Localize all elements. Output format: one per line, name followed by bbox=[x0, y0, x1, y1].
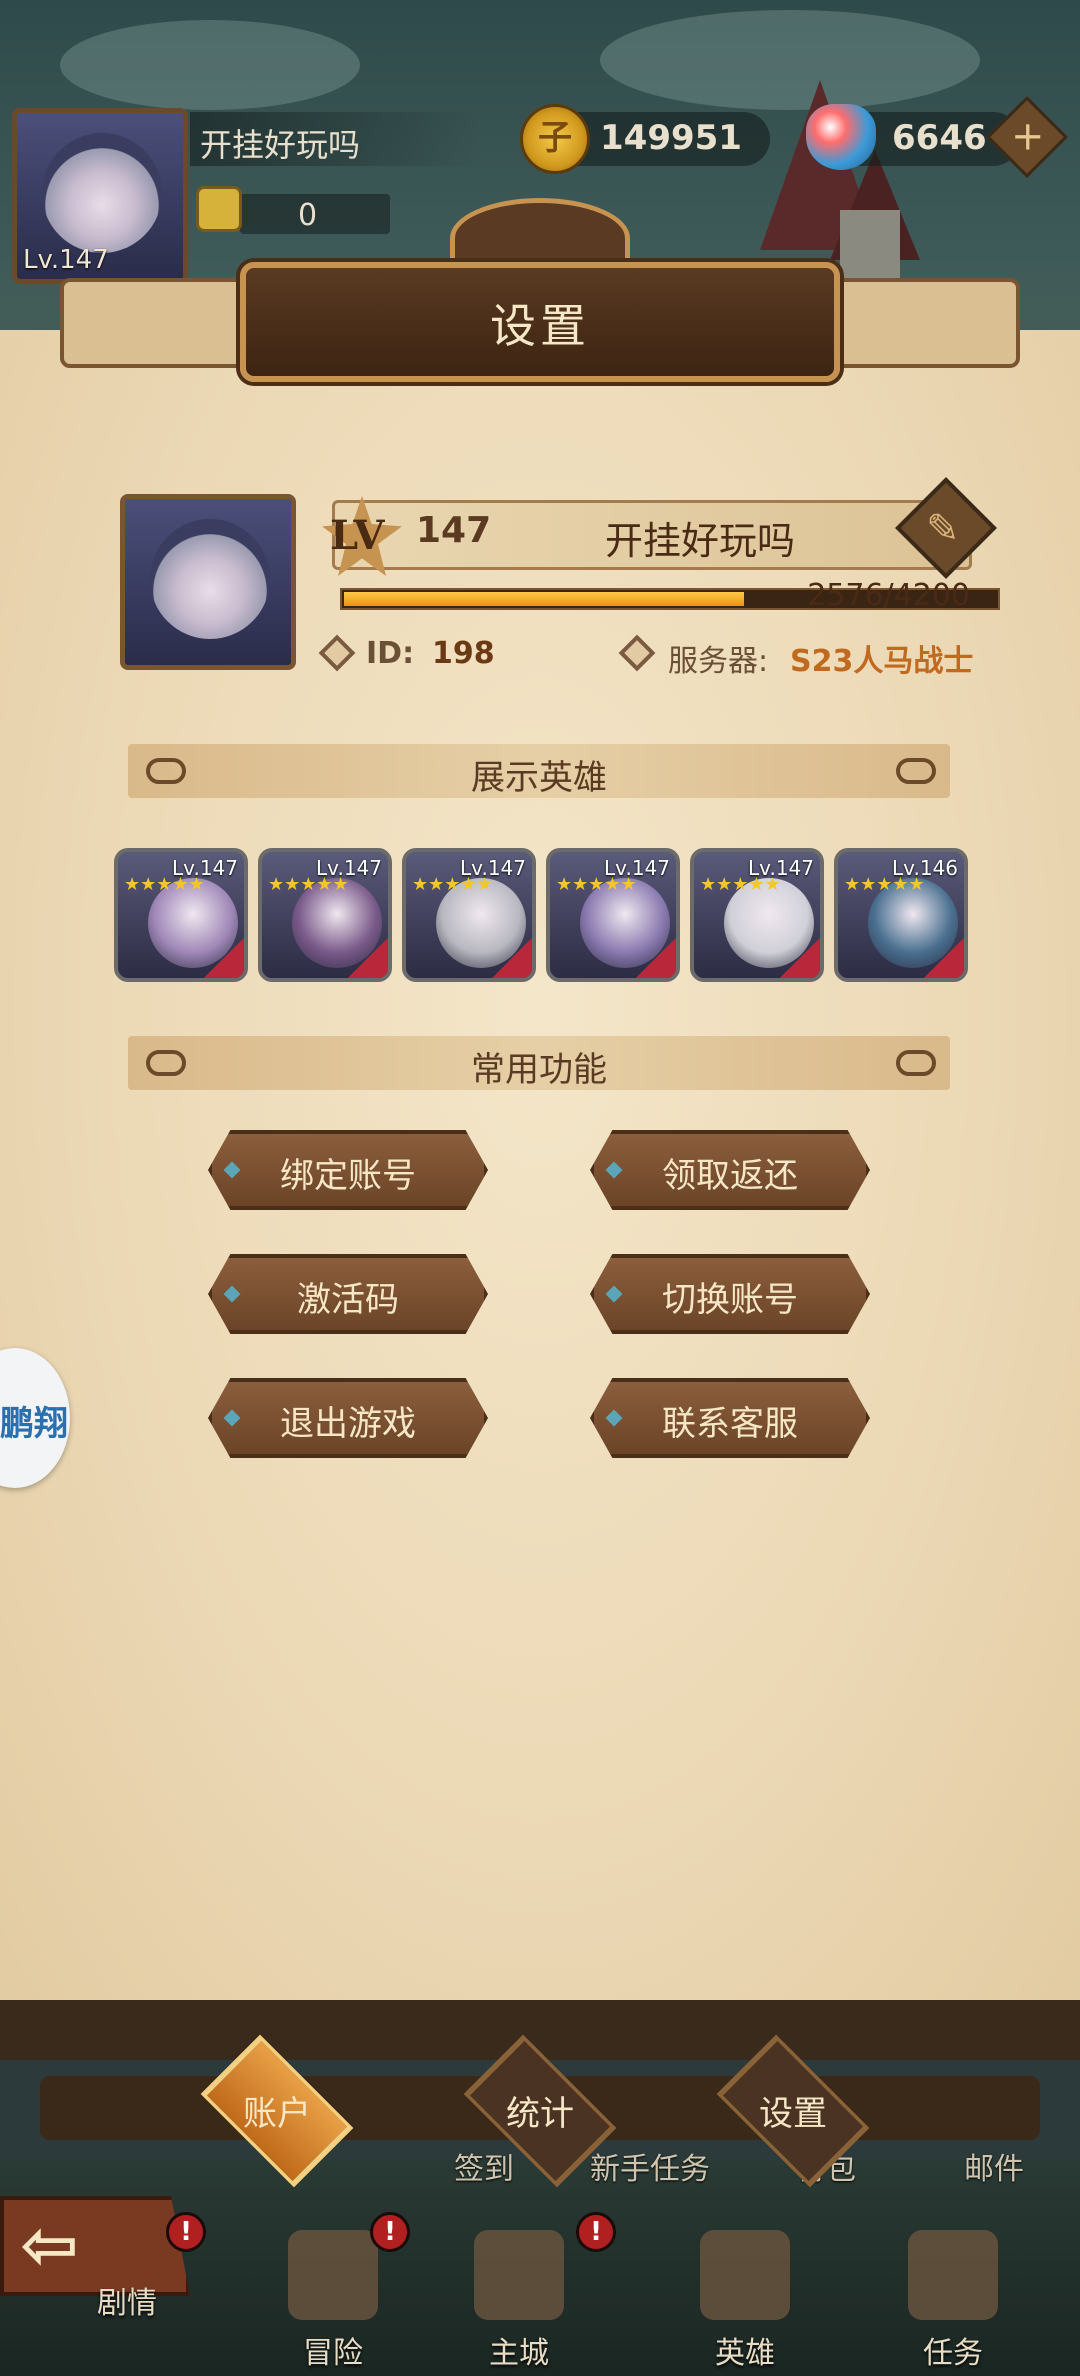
button-label: 切换账号 bbox=[662, 1280, 798, 1320]
hero-corner-mark bbox=[780, 938, 820, 978]
gem-icon bbox=[806, 104, 876, 170]
star-rating: ★★★★★ bbox=[268, 874, 349, 895]
button-label: 领取返还 bbox=[662, 1156, 798, 1196]
tab-label: 账户 bbox=[243, 2094, 311, 2134]
hero-card[interactable]: ★★★★★ Lv.147 bbox=[258, 848, 392, 982]
hero-level: Lv.147 bbox=[748, 856, 814, 880]
tab-stats[interactable]: 统计 bbox=[425, 2034, 655, 2188]
hero-level: Lv.147 bbox=[172, 856, 238, 880]
quill-icon: ✎ bbox=[926, 506, 960, 552]
exit-game-button[interactable]: 退出游戏 bbox=[208, 1378, 488, 1458]
level-badge-label: LV bbox=[330, 512, 385, 559]
mail-label[interactable]: 邮件 bbox=[964, 2144, 1024, 2188]
claim-rebate-button[interactable]: 领取返还 bbox=[590, 1130, 870, 1210]
alert-badge: ! bbox=[370, 2212, 410, 2252]
cloud bbox=[60, 20, 360, 110]
alert-badge: ! bbox=[166, 2212, 206, 2252]
showcase-title: 展示英雄 bbox=[471, 758, 607, 798]
panel-title: 设置 bbox=[490, 299, 590, 353]
hero-level: Lv.147 bbox=[316, 856, 382, 880]
hero-level: Lv.147 bbox=[460, 856, 526, 880]
nav-label: 英雄 bbox=[715, 2336, 775, 2371]
nav-label: 任务 bbox=[923, 2336, 983, 2371]
button-label: 激活码 bbox=[297, 1280, 399, 1320]
xp-bar-fill bbox=[344, 592, 744, 606]
tab-label: 设置 bbox=[759, 2094, 827, 2134]
player-avatar[interactable]: Lv.147 bbox=[12, 108, 188, 284]
swords-icon bbox=[288, 2230, 378, 2320]
plus-icon: + bbox=[1010, 113, 1045, 160]
profile-level: 147 bbox=[416, 510, 492, 551]
scroll-icon bbox=[908, 2230, 998, 2320]
id-value: 198 bbox=[432, 636, 495, 671]
profile-avatar[interactable] bbox=[120, 494, 296, 670]
avatar-portrait bbox=[42, 133, 162, 253]
star-rating: ★★★★★ bbox=[124, 874, 205, 895]
helmet-icon bbox=[700, 2230, 790, 2320]
hero-level: Lv.147 bbox=[604, 856, 670, 880]
hero-card[interactable]: ★★★★★ Lv.147 bbox=[402, 848, 536, 982]
button-label: 绑定账号 bbox=[280, 1156, 416, 1196]
activation-code-button[interactable]: 激活码 bbox=[208, 1254, 488, 1334]
floating-assistant-label: 鹏翔 bbox=[0, 1404, 68, 1444]
bind-account-button[interactable]: 绑定账号 bbox=[208, 1130, 488, 1210]
button-label: 退出游戏 bbox=[280, 1404, 416, 1444]
hero-card[interactable]: ★★★★★ Lv.147 bbox=[114, 848, 248, 982]
profile-name: 开挂好玩吗 bbox=[604, 519, 795, 563]
switch-account-button[interactable]: 切换账号 bbox=[590, 1254, 870, 1334]
gold-coin-icon: 子 bbox=[520, 104, 590, 174]
id-label: ID: bbox=[366, 636, 415, 671]
alert-badge: ! bbox=[576, 2212, 616, 2252]
fist-icon bbox=[196, 186, 242, 232]
nav-label: 主城 bbox=[489, 2336, 549, 2371]
hero-corner-mark bbox=[348, 938, 388, 978]
tab-label: 统计 bbox=[506, 2094, 574, 2134]
nav-heroes[interactable]: 英雄 bbox=[670, 2230, 820, 2372]
hero-corner-mark bbox=[636, 938, 676, 978]
hero-corner-mark bbox=[924, 938, 964, 978]
castle-icon bbox=[474, 2230, 564, 2320]
gem-amount: 6646 bbox=[892, 118, 987, 158]
player-name: 开挂好玩吗 bbox=[200, 126, 361, 164]
contact-support-button[interactable]: 联系客服 bbox=[590, 1378, 870, 1458]
player-level: Lv.147 bbox=[23, 245, 109, 275]
tab-account[interactable]: 账户 bbox=[162, 2034, 392, 2188]
power-value: 0 bbox=[298, 198, 318, 233]
gold-amount: 149951 bbox=[600, 118, 742, 158]
server-value: S23人马战士 bbox=[790, 644, 974, 679]
nav-tasks[interactable]: 任务 bbox=[878, 2230, 1028, 2372]
nav-main-city[interactable]: 主城 bbox=[444, 2230, 594, 2372]
star-rating: ★★★★★ bbox=[412, 874, 493, 895]
hero-corner-mark bbox=[492, 938, 532, 978]
hero-card[interactable]: ★★★★★ Lv.146 bbox=[834, 848, 968, 982]
button-label: 联系客服 bbox=[662, 1404, 798, 1444]
nav-label: 冒险 bbox=[303, 2336, 363, 2371]
tab-settings[interactable]: 设置 bbox=[678, 2034, 908, 2188]
functions-title: 常用功能 bbox=[471, 1050, 607, 1090]
nav-label: 剧情 bbox=[97, 2286, 157, 2321]
server-label: 服务器: bbox=[668, 644, 769, 679]
nav-story[interactable]: 剧情 bbox=[52, 2270, 202, 2322]
hero-level: Lv.146 bbox=[892, 856, 958, 880]
avatar-portrait bbox=[150, 519, 270, 639]
star-rating: ★★★★★ bbox=[700, 874, 781, 895]
xp-text: 2576/4200 bbox=[807, 578, 970, 613]
star-rating: ★★★★★ bbox=[844, 874, 925, 895]
hero-corner-mark bbox=[204, 938, 244, 978]
hero-card[interactable]: ★★★★★ Lv.147 bbox=[690, 848, 824, 982]
star-rating: ★★★★★ bbox=[556, 874, 637, 895]
hero-card[interactable]: ★★★★★ Lv.147 bbox=[546, 848, 680, 982]
